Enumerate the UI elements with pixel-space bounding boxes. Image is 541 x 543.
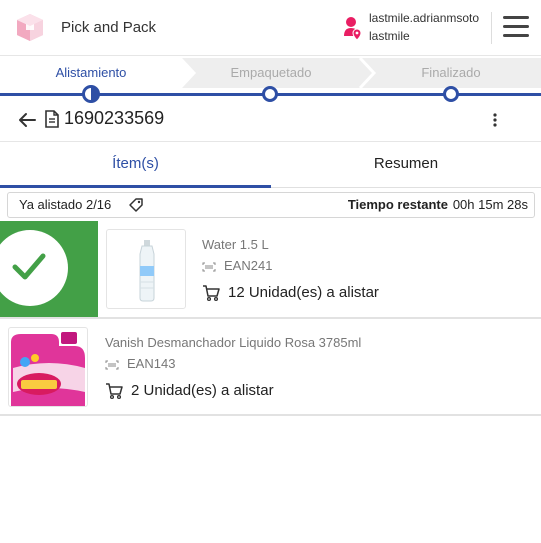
menu-bar-icon [503, 25, 529, 28]
app-title: Pick and Pack [61, 19, 157, 36]
barcode-icon [105, 360, 119, 370]
product-name: Water 1.5 L [202, 237, 269, 252]
picked-count: Ya alistado 2/16 [19, 197, 112, 212]
product-ean: EAN241 [224, 258, 273, 273]
water-bottle-icon [139, 240, 155, 302]
step-alistamiento-label: Alistamiento [55, 65, 127, 80]
more-options-icon[interactable] [489, 109, 501, 131]
order-number: 1690233569 [64, 108, 165, 128]
picking-summary: Ya alistado 2/16 Tiempo restante 00h 15m… [7, 192, 535, 218]
user-location-icon [344, 17, 362, 40]
product-image-water [106, 229, 186, 309]
ean-row: EAN241 [202, 258, 272, 273]
picked-indicator [0, 221, 98, 317]
tag-icon [129, 198, 143, 212]
back-arrow-button[interactable] [16, 109, 38, 131]
product-image-vanish [8, 327, 88, 407]
step-finalizado-label: Finalizado [421, 65, 481, 80]
app-header: Pick and Pack lastmile.adrianmsoto lastm… [0, 0, 541, 56]
tab-resumen[interactable]: Resumen [271, 142, 541, 188]
header-divider [491, 12, 492, 44]
cart-icon [106, 383, 123, 400]
step-empaquetado-label: Empaquetado [230, 65, 312, 80]
menu-bar-icon [503, 34, 529, 37]
checkmark-icon [12, 253, 46, 280]
list-item[interactable]: Water 1.5 L EAN241 12 Unidad(es) a alist… [0, 221, 541, 319]
ean-row: EAN143 [105, 356, 175, 371]
box-logo-icon [17, 14, 43, 41]
user-org: lastmile [369, 29, 410, 43]
menu-bar-icon [503, 16, 529, 19]
document-icon [45, 110, 59, 128]
vanish-bottle-icon [11, 332, 85, 406]
time-remaining-label: Tiempo restante [347, 197, 448, 212]
time-remaining-value: 00h 15m 28s [452, 197, 528, 212]
user-name: lastmile.adrianmsoto [369, 11, 480, 25]
cart-icon [203, 285, 220, 302]
quantity-row: 2 Unidad(es) a alistar [105, 382, 274, 400]
hamburger-menu-button[interactable] [503, 16, 529, 40]
product-ean: EAN143 [127, 356, 176, 371]
progress-stepper: Alistamiento Empaquetado Finalizado [0, 58, 541, 103]
tab-items[interactable]: Ítem(s) [0, 142, 271, 188]
product-quantity: 2 Unidad(es) a alistar [131, 382, 274, 399]
product-name: Vanish Desmanchador Liquido Rosa 3785ml [105, 335, 362, 350]
list-item[interactable]: Vanish Desmanchador Liquido Rosa 3785ml … [0, 319, 541, 416]
product-quantity: 12 Unidad(es) a alistar [228, 284, 379, 301]
barcode-icon [202, 262, 216, 272]
order-bar: 1690233569 [0, 100, 541, 142]
tab-bar: Ítem(s) Resumen [0, 142, 541, 188]
quantity-row: 12 Unidad(es) a alistar [202, 284, 379, 302]
check-circle [0, 230, 68, 306]
